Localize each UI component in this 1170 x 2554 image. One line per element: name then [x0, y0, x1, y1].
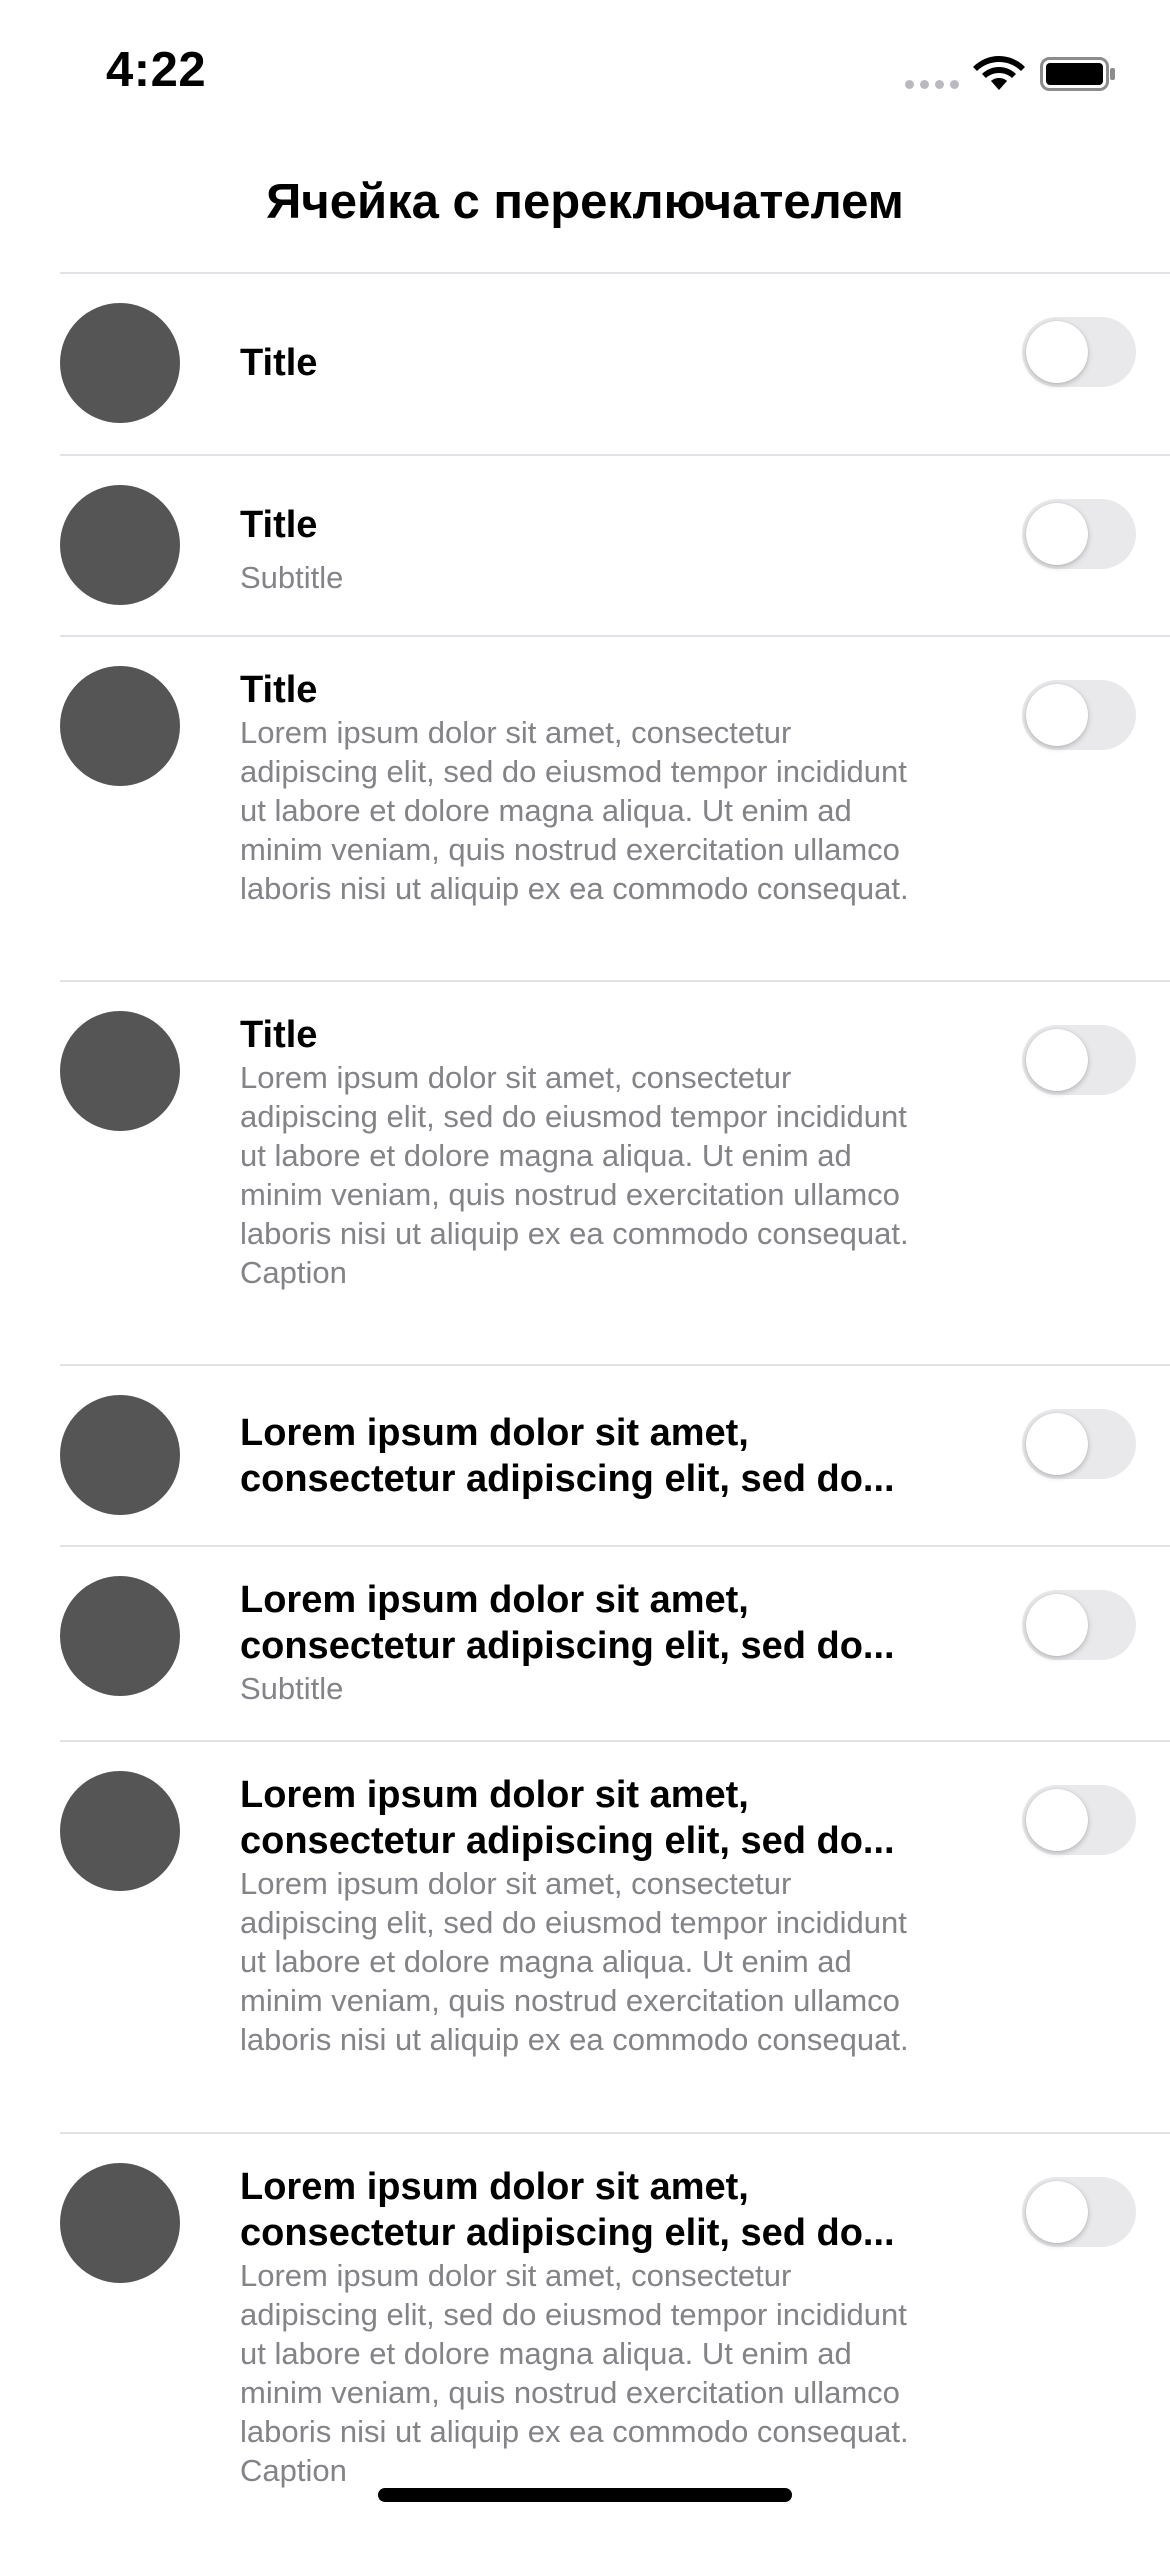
cell-caption: Caption — [240, 2453, 347, 2488]
toggle-switch[interactable] — [1022, 1025, 1136, 1095]
toggle-knob — [1026, 503, 1088, 565]
toggle-switch[interactable] — [1022, 1409, 1136, 1479]
toggle-knob — [1026, 321, 1088, 383]
page-title: Ячейка с переключателем — [266, 175, 904, 229]
toggle-knob — [1026, 1594, 1088, 1656]
avatar — [60, 2163, 180, 2283]
toggle-switch[interactable] — [1022, 680, 1136, 750]
list-item: Lorem ipsum dolor sit amet, consectetur … — [0, 1366, 1170, 1547]
status-bar: 4:22 — [0, 0, 1170, 140]
cell-content: Lorem ipsum dolor sit amet, consectetur … — [240, 2164, 930, 2490]
toggle-knob — [1026, 684, 1088, 746]
avatar — [60, 1395, 180, 1515]
cell-title: Lorem ipsum dolor sit amet, consectetur … — [240, 1774, 895, 1862]
avatar — [60, 485, 180, 605]
cell-subtitle: Lorem ipsum dolor sit amet, consectetur … — [240, 1060, 909, 1251]
cell-content: Lorem ipsum dolor sit amet, consectetur … — [240, 1577, 930, 1708]
avatar — [60, 1011, 180, 1131]
cell-subtitle: Subtitle — [240, 560, 344, 595]
toggle-switch[interactable] — [1022, 1590, 1136, 1660]
battery-icon — [1040, 57, 1115, 91]
home-indicator[interactable] — [378, 2488, 792, 2502]
list-item: Title Subtitle — [0, 456, 1170, 637]
cell-subtitle: Lorem ipsum dolor sit amet, consectetur … — [240, 715, 909, 906]
cell-title: Title — [240, 1014, 318, 1056]
cellular-signal-icon — [905, 80, 959, 92]
list-item: Title — [0, 274, 1170, 456]
cell-content: Title Lorem ipsum dolor sit amet, consec… — [240, 1012, 930, 1292]
list-item: Title Lorem ipsum dolor sit amet, consec… — [0, 637, 1170, 982]
cell-subtitle: Lorem ipsum dolor sit amet, consectetur … — [240, 2258, 909, 2449]
cell-title: Title — [240, 342, 318, 384]
cell-content: Lorem ipsum dolor sit amet, consectetur … — [240, 1772, 930, 2059]
toggle-knob — [1026, 1029, 1088, 1091]
status-time: 4:22 — [106, 43, 207, 97]
avatar — [60, 1771, 180, 1891]
cell-content: Title Subtitle — [240, 502, 930, 597]
cell-caption: Caption — [240, 1255, 347, 1290]
cell-content: Title Lorem ipsum dolor sit amet, consec… — [240, 667, 930, 908]
toggle-switch[interactable] — [1022, 317, 1136, 387]
toggle-switch[interactable] — [1022, 1785, 1136, 1855]
list-item: Title Lorem ipsum dolor sit amet, consec… — [0, 982, 1170, 1366]
cell-title: Lorem ipsum dolor sit amet, consectetur … — [240, 1579, 895, 1667]
wifi-icon — [973, 56, 1025, 90]
cell-title: Lorem ipsum dolor sit amet, consectetur … — [240, 2166, 895, 2254]
cell-title: Lorem ipsum dolor sit amet, consectetur … — [240, 1412, 895, 1500]
toggle-knob — [1026, 1413, 1088, 1475]
cell-subtitle: Lorem ipsum dolor sit amet, consectetur … — [240, 1866, 909, 2057]
cell-title: Title — [240, 504, 318, 546]
cell-content: Title — [240, 340, 930, 386]
avatar — [60, 303, 180, 423]
cell-content: Lorem ipsum dolor sit amet, consectetur … — [240, 1410, 930, 1502]
avatar — [60, 666, 180, 786]
toggle-switch[interactable] — [1022, 499, 1136, 569]
cell-subtitle: Subtitle — [240, 1671, 344, 1706]
toggle-knob — [1026, 1789, 1088, 1851]
toggle-switch[interactable] — [1022, 2177, 1136, 2247]
list-item: Lorem ipsum dolor sit amet, consectetur … — [0, 1547, 1170, 1742]
cell-title: Title — [240, 669, 318, 711]
toggle-knob — [1026, 2181, 1088, 2243]
list-item: Lorem ipsum dolor sit amet, consectetur … — [0, 1742, 1170, 2134]
avatar — [60, 1576, 180, 1696]
toggle-cell-list: Title Title Subtitle Title Lorem ipsum d… — [0, 274, 1170, 2554]
